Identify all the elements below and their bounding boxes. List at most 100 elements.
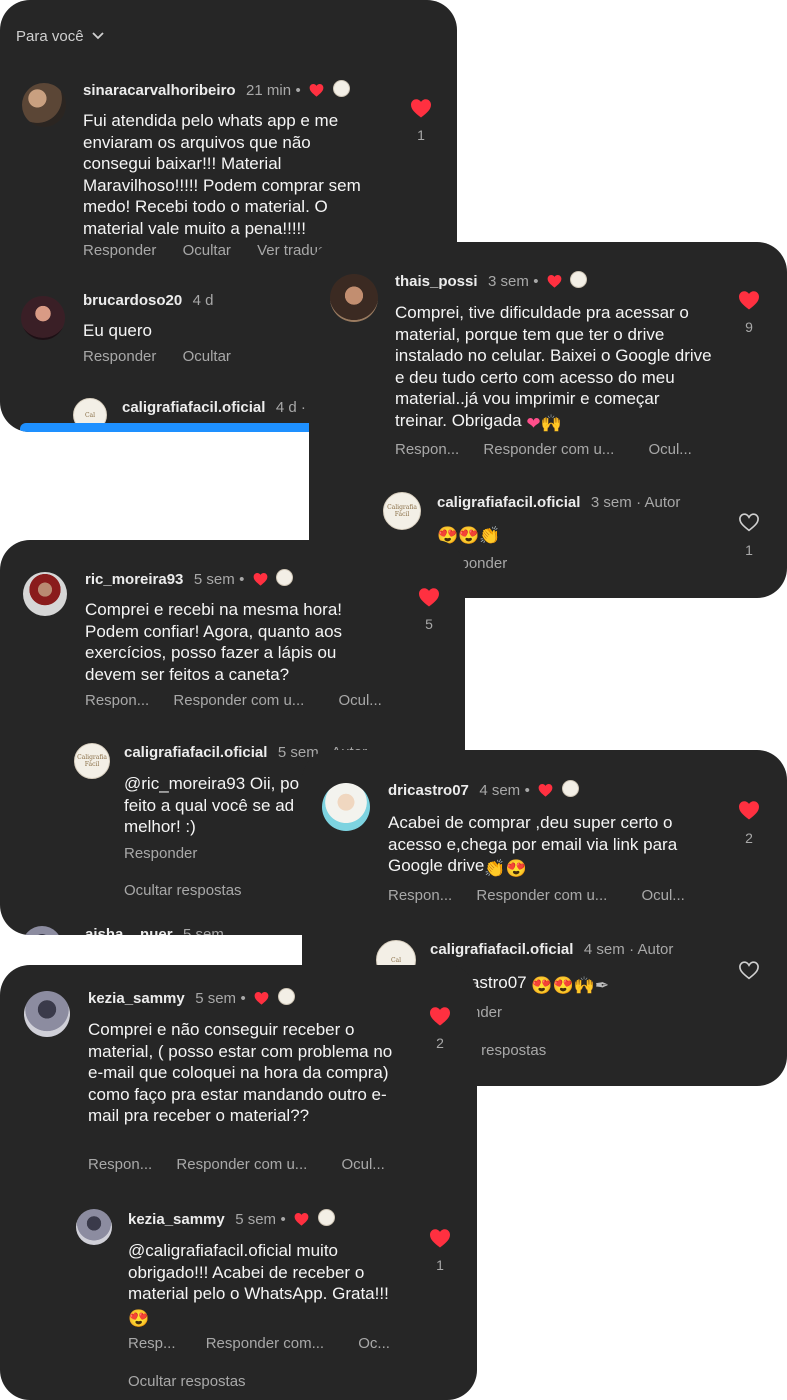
comment-header: caligrafiafacil.oficial 3 sem · Autor <box>437 494 681 511</box>
heart-eyes-emoji-icon: 😍 <box>505 859 527 879</box>
sort-dropdown[interactable]: Para você <box>16 28 104 45</box>
creator-avatar-icon <box>561 780 579 797</box>
reply-button[interactable]: Respon... <box>88 1156 152 1173</box>
reply-with-button[interactable]: Responder com u... <box>476 887 607 904</box>
username[interactable]: kezia_sammy <box>128 1211 225 1228</box>
reply-button[interactable]: Respon... <box>388 887 452 904</box>
creator-avatar-icon <box>277 988 295 1005</box>
comment-header: dricastro07 4 sem • <box>388 780 579 800</box>
username[interactable]: caligrafiafacil.oficial <box>122 399 265 416</box>
username[interactable]: kezia_sammy <box>88 990 185 1007</box>
comment-text-content: @caligrafiafacil.oficial muito obrigado!… <box>128 1241 389 1304</box>
timestamp: 5 sem <box>193 571 235 588</box>
like-heart-icon[interactable] <box>410 98 432 118</box>
username[interactable]: caligrafiafacil.oficial <box>437 494 580 511</box>
hide-replies-button[interactable]: Ocultar respostas <box>124 882 242 899</box>
like-count: 1 <box>436 1257 444 1273</box>
hide-button[interactable]: Ocul... <box>338 692 381 709</box>
like-heart-icon[interactable] <box>738 290 760 310</box>
like-heart-outline-icon[interactable] <box>738 512 760 532</box>
comment-actions: Respon... Responder com u... Ocul... <box>388 887 685 904</box>
hide-button[interactable]: Ocultar <box>183 348 231 365</box>
hide-replies-button[interactable]: r respostas <box>472 1042 546 1059</box>
like-heart-outline-icon[interactable] <box>738 960 760 980</box>
like-heart-icon[interactable] <box>429 1006 451 1026</box>
heart-emoji-icon: ❤ <box>526 413 541 433</box>
creator-avatar-icon <box>570 271 588 288</box>
reply-with-button[interactable]: Responder com u... <box>483 441 614 458</box>
comment-text-content: Comprei, tive dificuldade pra acessar o … <box>395 303 712 430</box>
logo-text: Cal <box>390 956 402 964</box>
hide-replies-button[interactable]: Ocultar respostas <box>128 1373 246 1390</box>
hide-button[interactable]: Ocultar <box>183 242 231 259</box>
comment-text: Comprei e não conseguir receber o materi… <box>88 1020 393 1126</box>
like-count: 1 <box>417 127 425 143</box>
creator-avatar-icon <box>276 569 294 586</box>
timestamp: 3 sem <box>590 494 632 511</box>
avatar[interactable] <box>322 783 370 831</box>
reply-with-button[interactable]: Responder com u... <box>173 692 304 709</box>
avatar[interactable] <box>23 572 67 616</box>
username[interactable]: caligrafiafacil.oficial <box>124 744 267 761</box>
comment-actions: Responder Ocultar <box>83 348 231 365</box>
timestamp: 5 sem <box>183 926 224 935</box>
input-focus-bar <box>20 423 320 432</box>
timestamp: 21 min <box>246 82 292 99</box>
creator-liked-heart-icon <box>547 274 562 288</box>
like-count: 2 <box>436 1035 444 1051</box>
creator-liked-heart-icon <box>309 83 324 97</box>
creator-liked-heart-icon <box>294 1212 309 1226</box>
avatar[interactable] <box>22 83 66 127</box>
timestamp: 4 sem <box>479 782 521 799</box>
reply-with-button[interactable]: Responder com u... <box>176 1156 307 1173</box>
heart-eyes-emoji-icon: 😍 <box>128 1308 150 1328</box>
username[interactable]: aisha__nuer <box>85 926 173 935</box>
hide-button[interactable]: Ocul... <box>648 441 691 458</box>
reply-button[interactable]: Respon... <box>395 441 459 458</box>
avatar[interactable] <box>22 926 62 935</box>
reply-button[interactable]: Respon... <box>85 692 149 709</box>
chevron-down-icon <box>92 32 104 40</box>
avatar[interactable]: Caligrafia Fácil <box>383 492 421 530</box>
hide-button[interactable]: Ocul... <box>341 1156 384 1173</box>
reply-button[interactable]: Responder <box>83 348 156 365</box>
logo-text: Caligrafia Fácil <box>77 754 107 768</box>
like-count: 2 <box>745 830 753 846</box>
hide-button[interactable]: Oc... <box>358 1335 390 1352</box>
author-badge: Autor <box>637 941 674 958</box>
comment-header: aisha__nuer 5 sem <box>85 926 224 935</box>
heart-eyes-emoji-icon: 😍😍 <box>531 976 574 995</box>
username[interactable]: ric_moreira93 <box>85 571 183 588</box>
comment-header: thais_possi 3 sem • <box>395 271 588 291</box>
comment-actions: Respon... Responder com u... Ocul... <box>395 441 692 458</box>
comment-text: Comprei e recebi na mesma hora! Podem co… <box>85 600 343 684</box>
username[interactable]: caligrafiafacil.oficial <box>430 941 573 958</box>
like-heart-icon[interactable] <box>418 587 440 607</box>
avatar[interactable] <box>330 274 378 322</box>
avatar[interactable] <box>21 296 65 340</box>
raised-hands-emoji-icon: 🙌 <box>540 413 562 433</box>
username[interactable]: thais_possi <box>395 273 478 290</box>
comment-text: Acabei de comprar ,deu super certo o ace… <box>388 812 723 880</box>
comment-header: sinaracarvalhoribeiro 21 min • <box>83 80 350 100</box>
logo-text: Caligrafia Fácil <box>387 504 417 518</box>
username[interactable]: sinaracarvalhoribeiro <box>83 82 236 99</box>
avatar[interactable]: Caligrafia Fácil <box>74 743 110 779</box>
reply-button[interactable]: Resp... <box>128 1335 176 1352</box>
username[interactable]: dricastro07 <box>388 782 469 799</box>
comment-text: @caligrafiafacil.oficial muito obrigado!… <box>128 1240 398 1329</box>
username[interactable]: brucardoso20 <box>83 292 182 309</box>
fountain-pen-emoji-icon: ✒ <box>594 976 610 995</box>
avatar[interactable] <box>76 1209 112 1245</box>
avatar[interactable] <box>24 991 70 1037</box>
reply-button[interactable]: Responder <box>124 845 197 862</box>
reply-with-button[interactable]: Responder com... <box>206 1335 324 1352</box>
hide-button[interactable]: Ocul... <box>641 887 684 904</box>
timestamp: 5 sem <box>195 990 237 1007</box>
creator-avatar-icon <box>317 1209 335 1226</box>
like-heart-icon[interactable] <box>429 1228 451 1248</box>
like-heart-icon[interactable] <box>738 800 760 820</box>
creator-liked-heart-icon <box>253 572 268 586</box>
reply-button[interactable]: Responder <box>83 242 156 259</box>
author-badge: Autor <box>644 494 681 511</box>
